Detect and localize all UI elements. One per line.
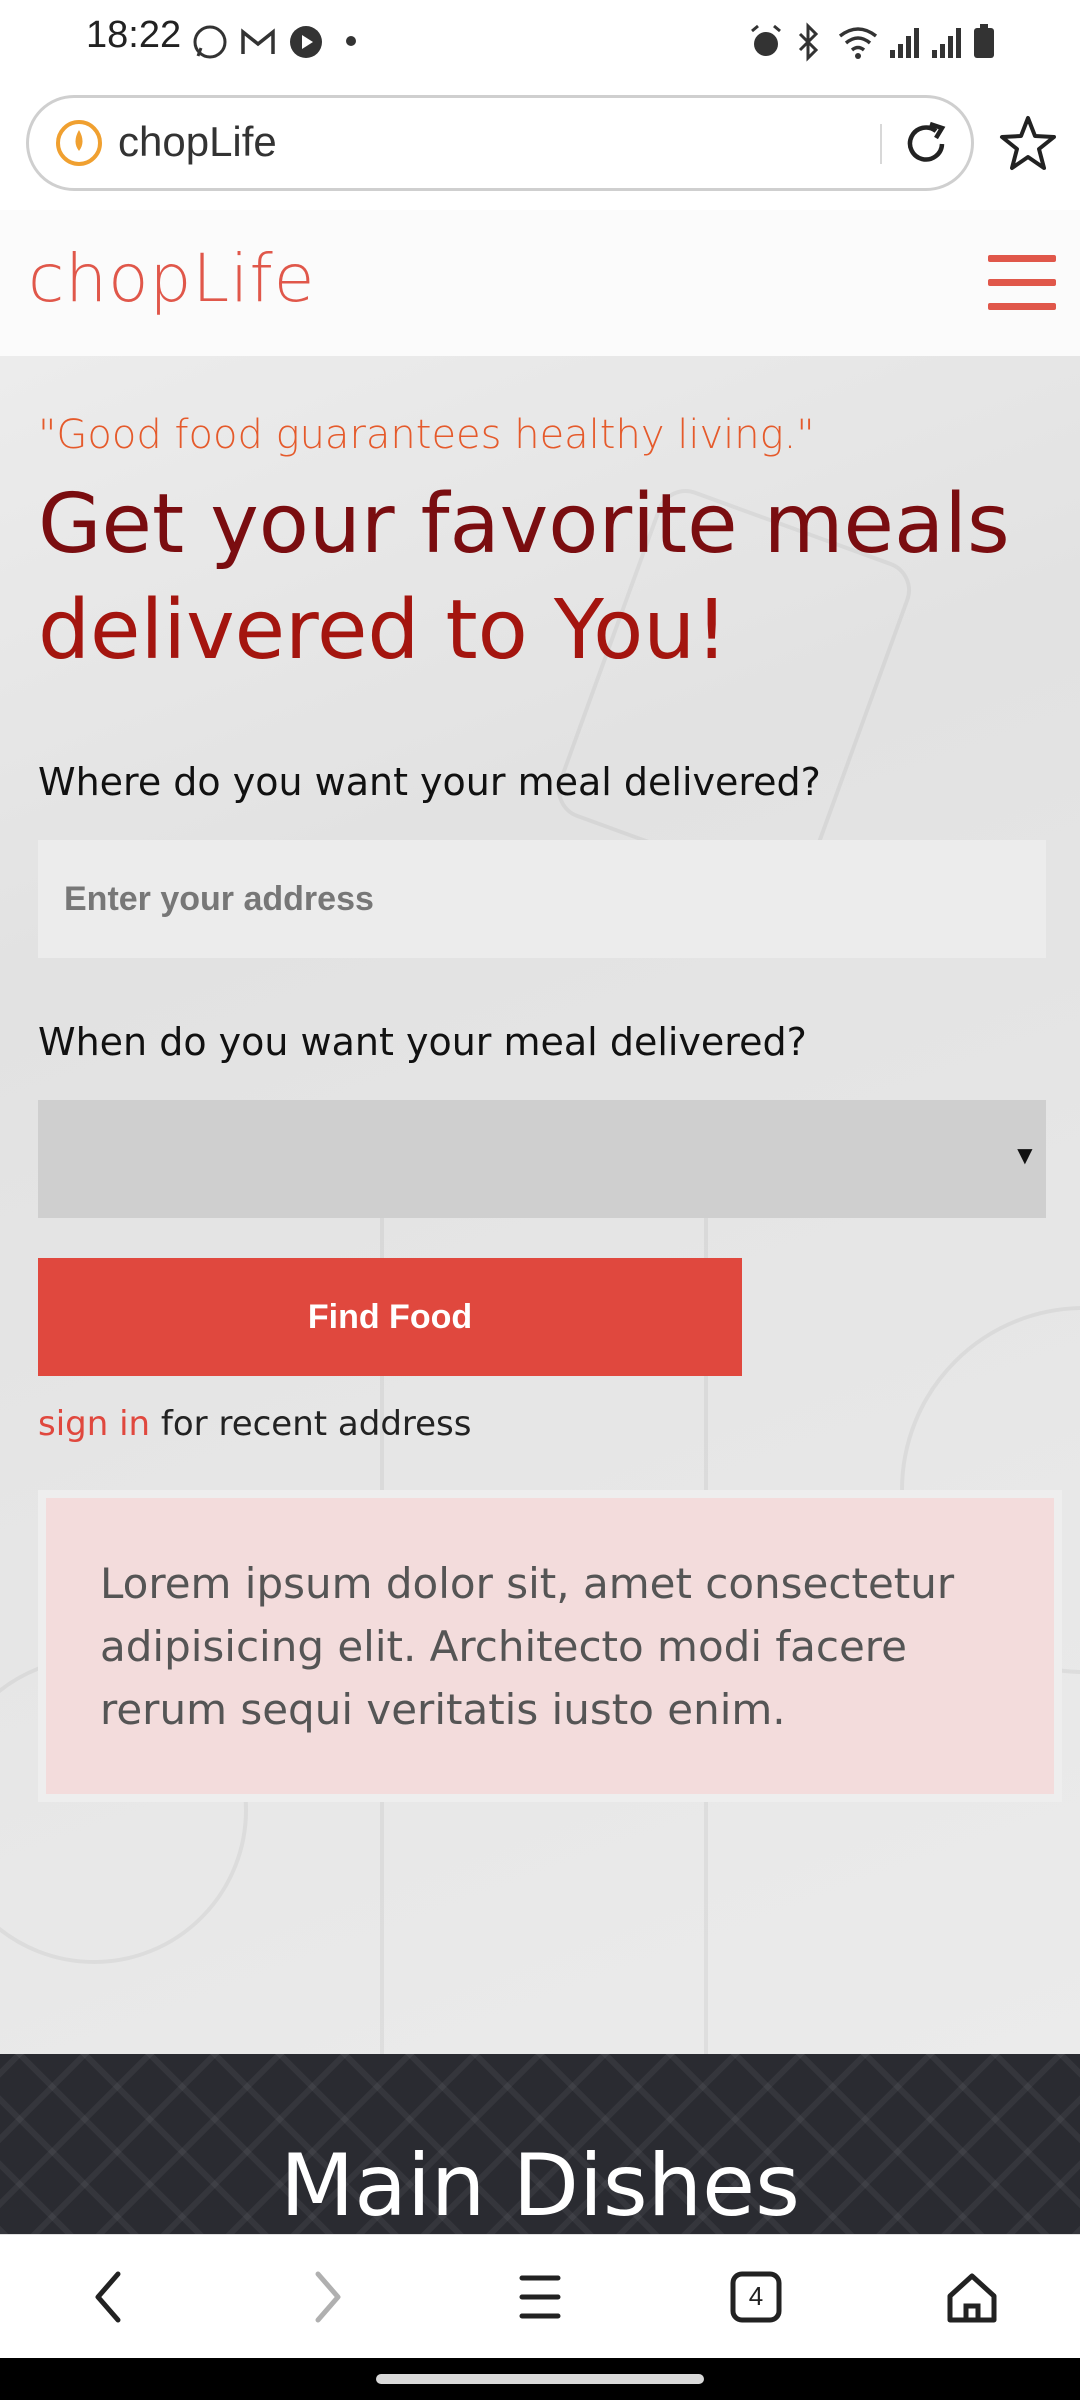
signin-row: sign in for recent address <box>38 1404 471 1444</box>
forward-icon[interactable] <box>286 2262 366 2332</box>
find-food-button[interactable]: Find Food <box>38 1258 742 1376</box>
menu-icon[interactable] <box>988 255 1056 311</box>
bookmark-star-icon[interactable] <box>996 112 1060 176</box>
bluetooth-icon <box>798 22 819 62</box>
dot-icon <box>346 36 356 46</box>
signin-link[interactable]: sign in <box>38 1404 150 1444</box>
gmail-icon <box>241 28 275 54</box>
url-divider <box>880 124 882 164</box>
address-label: Where do you want your meal delivered? <box>38 760 821 804</box>
brand-logo[interactable]: chopLife <box>28 240 315 317</box>
battery-icon <box>974 24 994 58</box>
signal-icon <box>890 28 919 58</box>
back-icon[interactable] <box>70 2262 150 2332</box>
site-favicon-icon <box>56 120 102 166</box>
tabs-button[interactable]: 4 <box>716 2262 796 2332</box>
delivery-time-label: When do you want your meal delivered? <box>38 1020 807 1064</box>
tab-count: 4 <box>748 2281 764 2311</box>
gesture-handle[interactable] <box>376 2374 704 2384</box>
section-title: Main Dishes <box>280 2136 800 2236</box>
whatsapp-icon <box>193 25 227 59</box>
dropdown-arrow-icon[interactable]: ▼ <box>1012 1140 1038 1171</box>
status-time: 18:22 <box>86 14 182 56</box>
youtube-icon <box>290 26 322 58</box>
reload-icon[interactable] <box>898 116 954 172</box>
signin-suffix: for recent address <box>150 1404 472 1444</box>
url-text[interactable]: chopLife <box>118 118 277 166</box>
info-text: Lorem ipsum dolor sit, amet consectetur … <box>100 1559 955 1734</box>
address-input[interactable] <box>38 840 1046 958</box>
headline-line-2: delivered to You! <box>38 583 729 678</box>
headline-line-1: Get your favorite meals <box>38 477 1010 572</box>
hero-headline: Get your favorite meals delivered to You… <box>38 472 1058 684</box>
menu-lines-icon[interactable] <box>500 2262 580 2332</box>
alarm-icon <box>751 24 781 56</box>
delivery-time-select[interactable] <box>38 1100 1046 1218</box>
hero-quote: "Good food guarantees healthy living." <box>38 412 815 458</box>
home-icon[interactable] <box>932 2262 1012 2332</box>
wifi-icon <box>838 27 878 59</box>
signal-icon <box>932 28 961 58</box>
